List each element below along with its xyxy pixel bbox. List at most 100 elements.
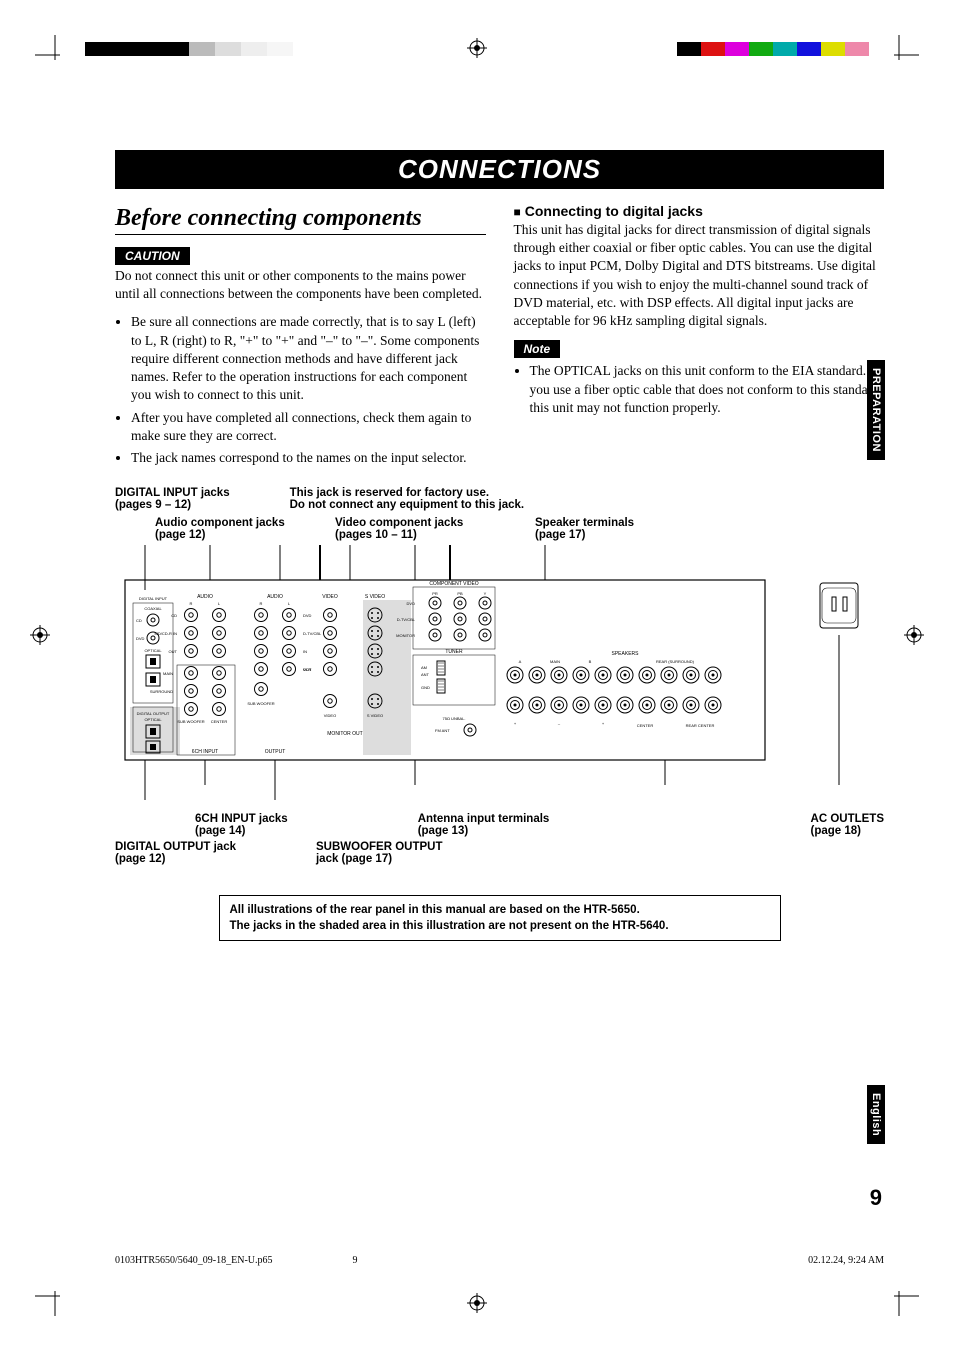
svg-text:DVD: DVD <box>303 613 312 618</box>
svg-text:MONITOR: MONITOR <box>396 633 415 638</box>
subsection-heading: ■Connecting to digital jacks <box>514 203 885 219</box>
svg-text:SUB WOOFER: SUB WOOFER <box>247 701 274 706</box>
svg-text:+: + <box>602 721 605 726</box>
instruction-list: Be sure all connections are made correct… <box>115 313 486 467</box>
svg-text:COMPONENT VIDEO: COMPONENT VIDEO <box>429 581 478 587</box>
register-mark-bottom <box>467 1293 487 1313</box>
rear-panel-diagram: DIGITAL INPUT COAXIAL CD DVD OPTICAL DIG… <box>115 545 884 805</box>
svg-text:CD: CD <box>171 613 177 618</box>
svg-text:SUB WOOFER: SUB WOOFER <box>177 719 204 724</box>
illustration-note: All illustrations of the rear panel in t… <box>219 895 781 941</box>
svg-text:AUDIO: AUDIO <box>267 594 283 600</box>
svg-text:SPEAKERS: SPEAKERS <box>612 651 640 657</box>
svg-text:OUT: OUT <box>169 649 178 654</box>
list-item: Be sure all connections are made correct… <box>131 313 486 404</box>
diagram-section: DIGITAL INPUT jacks (pages 9 – 12) This … <box>115 487 884 941</box>
svg-text:DIGITAL INPUT: DIGITAL INPUT <box>139 596 168 601</box>
svg-text:DVD: DVD <box>407 601 416 606</box>
svg-text:OUTPUT: OUTPUT <box>265 749 286 755</box>
svg-text:IN: IN <box>303 649 307 654</box>
note-list: The OPTICAL jacks on this unit conform t… <box>514 362 885 417</box>
footer-file: 0103HTR5650/5640_09-18_EN-U.p65 <box>115 1255 273 1266</box>
svg-text:SURROUND: SURROUND <box>150 689 173 694</box>
page: PREPARATION English CONNECTIONS Before c… <box>0 0 954 1351</box>
svg-text:COAXIAL: COAXIAL <box>144 606 162 611</box>
svg-text:A: A <box>519 659 522 664</box>
svg-text:CENTER: CENTER <box>637 723 654 728</box>
svg-text:MONITOR OUT: MONITOR OUT <box>327 731 362 737</box>
svg-text:AM: AM <box>421 665 427 670</box>
svg-text:75Ω UNBAL.: 75Ω UNBAL. <box>443 716 466 721</box>
crop-mark-top-left <box>35 35 75 75</box>
label-digital-output: DIGITAL OUTPUT jack(page 12) <box>115 841 236 865</box>
footer-date: 02.12.24, 9:24 AM <box>808 1255 884 1266</box>
footer-page: 9 <box>353 1255 358 1266</box>
caution-text: Do not connect this unit or other compon… <box>115 267 486 303</box>
svg-text:PB: PB <box>457 591 463 596</box>
label-audio-jacks: Audio component jacks(page 12) <box>155 517 335 541</box>
svg-text:ANT: ANT <box>421 672 430 677</box>
svg-text:MAIN: MAIN <box>163 671 173 676</box>
color-bar-left <box>85 42 293 56</box>
crop-mark-bottom-right <box>879 1276 919 1316</box>
side-tab-english: English <box>867 1085 885 1144</box>
svg-text:S VIDEO: S VIDEO <box>367 713 383 718</box>
svg-text:S VIDEO: S VIDEO <box>365 594 385 600</box>
list-item: The jack names correspond to the names o… <box>131 449 486 467</box>
caution-label: CAUTION <box>115 247 190 265</box>
register-mark-top <box>467 38 487 58</box>
svg-text:FM ANT: FM ANT <box>435 728 450 733</box>
note-label: Note <box>514 340 561 358</box>
svg-text:DVD: DVD <box>136 636 145 641</box>
svg-text:AUDIO: AUDIO <box>197 594 213 600</box>
register-mark-left <box>30 625 50 645</box>
right-text: This unit has digital jacks for direct t… <box>514 221 885 330</box>
label-video-jacks: Video component jacks(pages 10 – 11) <box>335 517 535 541</box>
svg-text:REAR CENTER: REAR CENTER <box>686 723 715 728</box>
crop-mark-bottom-left <box>35 1276 75 1316</box>
list-item: The OPTICAL jacks on this unit conform t… <box>530 362 885 417</box>
svg-text:MD/CD-R IN: MD/CD-R IN <box>155 631 178 636</box>
right-column: ■Connecting to digital jacks This unit h… <box>514 203 885 477</box>
svg-text:OPTICAL: OPTICAL <box>144 648 162 653</box>
svg-text:OPTICAL: OPTICAL <box>144 717 162 722</box>
svg-text:Y: Y <box>484 591 487 596</box>
svg-text:VIDEO: VIDEO <box>322 594 338 600</box>
label-6ch-input: 6CH INPUT jacks(page 14) <box>195 813 288 837</box>
svg-text:TUNER: TUNER <box>445 649 463 655</box>
svg-text:B: B <box>589 659 592 664</box>
crop-mark-top-right <box>879 35 919 75</box>
color-bar-right <box>677 42 869 56</box>
svg-text:VCR: VCR <box>303 667 312 672</box>
section-heading: Before connecting components <box>115 205 486 235</box>
svg-text:MAIN: MAIN <box>550 659 560 664</box>
footer: 0103HTR5650/5640_09-18_EN-U.p65 9 02.12.… <box>115 1255 884 1266</box>
list-item: After you have completed all connections… <box>131 409 486 445</box>
svg-text:VIDEO: VIDEO <box>324 713 336 718</box>
left-column: Before connecting components CAUTION Do … <box>115 203 486 477</box>
svg-text:6CH INPUT: 6CH INPUT <box>192 749 218 755</box>
svg-text:REAR (SURROUND): REAR (SURROUND) <box>656 659 695 664</box>
label-digital-input: DIGITAL INPUT jacks (pages 9 – 12) <box>115 487 230 511</box>
svg-text:L: L <box>218 601 221 606</box>
label-ac-outlets: AC OUTLETS(page 18) <box>811 813 884 837</box>
svg-text:R: R <box>260 601 263 606</box>
svg-text:GND: GND <box>421 685 430 690</box>
svg-text:L: L <box>288 601 291 606</box>
svg-text:CD: CD <box>136 618 142 623</box>
register-mark-right <box>904 625 924 645</box>
svg-text:PR: PR <box>432 591 438 596</box>
label-subwoofer-output: SUBWOOFER OUTPUTjack (page 17) <box>316 841 443 865</box>
label-speaker-terminals: Speaker terminals(page 17) <box>535 517 634 541</box>
side-tab-preparation: PREPARATION <box>867 360 885 460</box>
label-factory-jack: This jack is reserved for factory use. D… <box>290 487 525 511</box>
label-antenna: Antenna input terminals(page 13) <box>418 813 550 837</box>
svg-text:–: – <box>558 721 561 726</box>
svg-text:D-TV/CBL: D-TV/CBL <box>303 631 322 636</box>
page-number: 9 <box>870 1185 882 1211</box>
svg-text:CENTER: CENTER <box>211 719 228 724</box>
svg-text:+: + <box>514 721 517 726</box>
svg-text:R: R <box>190 601 193 606</box>
svg-text:DIGITAL OUTPUT: DIGITAL OUTPUT <box>137 711 170 716</box>
svg-text:D-TV/CBL: D-TV/CBL <box>397 617 416 622</box>
